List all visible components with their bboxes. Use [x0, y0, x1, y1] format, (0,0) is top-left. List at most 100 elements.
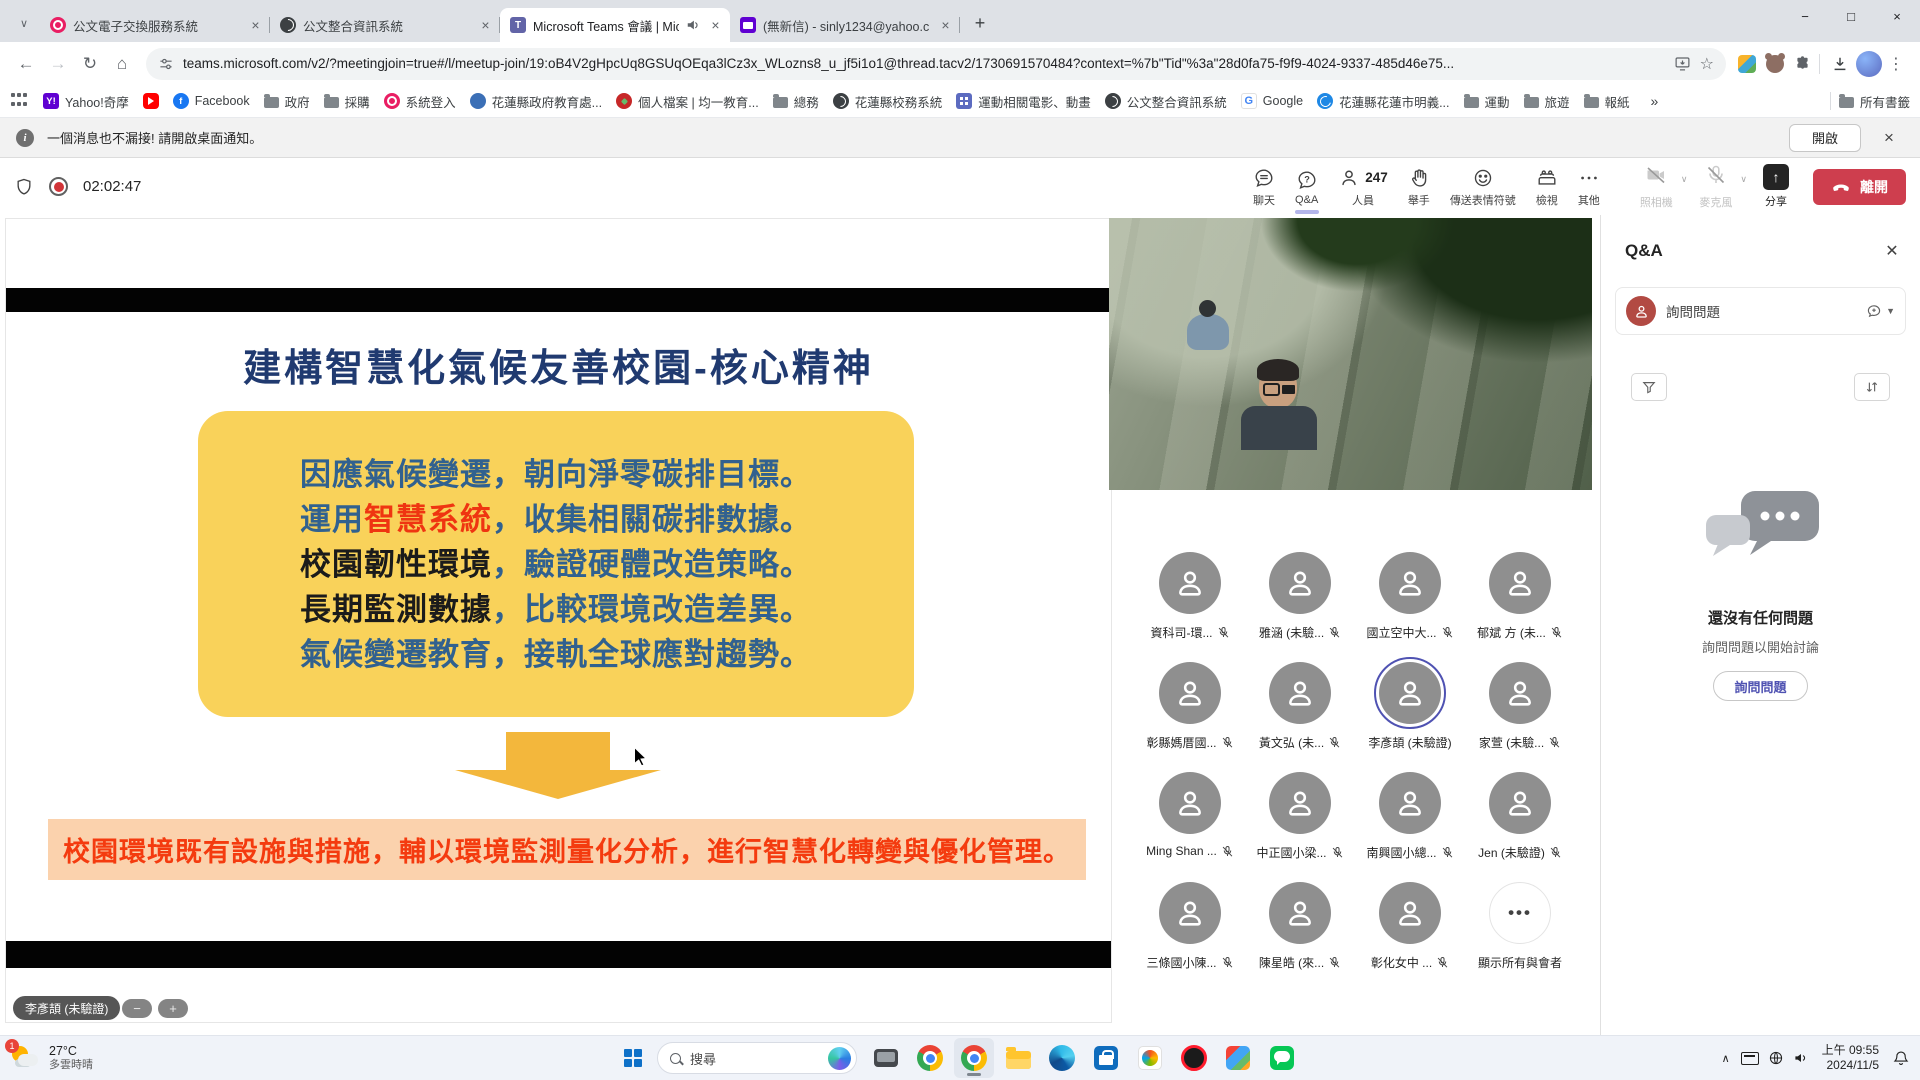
- bookmark-item[interactable]: 報紙: [1577, 88, 1637, 115]
- extensions-puzzle-icon[interactable]: [1794, 55, 1811, 72]
- network-icon[interactable]: [1768, 1050, 1784, 1066]
- tab-close-icon[interactable]: ×: [477, 17, 494, 34]
- participant-avatar[interactable]: [1379, 662, 1441, 724]
- browser-tab[interactable]: (無新信) - sinly1234@yahoo.c...×: [730, 8, 960, 42]
- meeting-button--[interactable]: 247人員: [1328, 161, 1398, 213]
- participant-avatar[interactable]: [1269, 882, 1331, 944]
- participant-tile[interactable]: 李彥頡 (未驗證): [1355, 638, 1465, 748]
- downloads-icon[interactable]: [1824, 48, 1856, 80]
- maximize-button[interactable]: □: [1828, 0, 1874, 32]
- device-button[interactable]: 麥克風: [1695, 159, 1736, 214]
- browser-tab[interactable]: TMicrosoft Teams 會議 | Mic×: [500, 8, 730, 42]
- profile-avatar[interactable]: [1856, 51, 1882, 77]
- participant-avatar[interactable]: [1379, 882, 1441, 944]
- participant-tile[interactable]: 彰縣媽厝國...: [1135, 638, 1245, 748]
- folder-app-icon[interactable]: [998, 1038, 1038, 1078]
- forward-button[interactable]: →: [42, 48, 74, 80]
- tab-search-button[interactable]: ∨: [10, 9, 38, 37]
- tab-close-icon[interactable]: ×: [707, 17, 724, 34]
- close-window-button[interactable]: ×: [1874, 0, 1920, 32]
- bookmark-item[interactable]: 旅遊: [1517, 88, 1577, 115]
- meeting-button--[interactable]: 其他: [1568, 161, 1610, 213]
- meeting-button--[interactable]: 傳送表情符號: [1440, 161, 1526, 213]
- chevron-down-icon[interactable]: ∨: [1681, 174, 1688, 185]
- meeting-button-q-a[interactable]: ?Q&A: [1285, 163, 1328, 211]
- participant-avatar[interactable]: [1159, 882, 1221, 944]
- sort-button[interactable]: [1854, 373, 1890, 401]
- participant-tile[interactable]: 三條國小陳...: [1135, 858, 1245, 968]
- participant-tile[interactable]: 國立空中大...: [1355, 528, 1465, 638]
- bookmark-item[interactable]: 系統登入: [377, 88, 463, 115]
- reload-button[interactable]: ↻: [74, 48, 106, 80]
- participant-avatar[interactable]: [1379, 552, 1441, 614]
- monitor-app-icon[interactable]: [866, 1038, 906, 1078]
- back-button[interactable]: ←: [10, 48, 42, 80]
- bookmark-item[interactable]: 總務: [766, 88, 826, 115]
- participant-avatar[interactable]: [1269, 662, 1331, 724]
- bookmarks-overflow-chevron[interactable]: »: [1645, 91, 1665, 111]
- participant-avatar[interactable]: [1489, 772, 1551, 834]
- participant-avatar[interactable]: [1269, 772, 1331, 834]
- bookmark-item[interactable]: [136, 89, 166, 113]
- chrome-app-icon[interactable]: [954, 1038, 994, 1078]
- bookmark-item[interactable]: 採購: [317, 88, 377, 115]
- enable-notifications-button[interactable]: 開啟: [1789, 124, 1861, 152]
- chrome-app-icon[interactable]: [910, 1038, 950, 1078]
- bookmark-item[interactable]: 花蓮縣校務系統: [826, 88, 950, 115]
- participant-tile[interactable]: 中正國小梁...: [1245, 748, 1355, 858]
- bear-extension-icon[interactable]: [1766, 55, 1784, 73]
- participant-tile[interactable]: 資科司-環...: [1135, 528, 1245, 638]
- send-to-device-icon[interactable]: [1674, 55, 1691, 72]
- photos-app-icon[interactable]: [1130, 1038, 1170, 1078]
- participant-avatar[interactable]: [1159, 552, 1221, 614]
- line-app-icon[interactable]: [1262, 1038, 1302, 1078]
- bookmark-item[interactable]: 個人檔案 | 均一教育...: [609, 88, 766, 115]
- weather-widget[interactable]: 1 27°C 多雲時晴: [10, 1044, 93, 1072]
- taskbar-clock[interactable]: 上午 09:55 2024/11/5: [1818, 1043, 1879, 1073]
- shared-slide[interactable]: 建構智慧化氣候友善校園-核心精神 因應氣候變遷，朝向淨零碳排目標。運用智慧系統，…: [5, 218, 1112, 1023]
- chevron-down-icon[interactable]: ∨: [1740, 174, 1747, 185]
- paint-app-icon[interactable]: [1218, 1038, 1258, 1078]
- participant-avatar[interactable]: [1159, 662, 1221, 724]
- qa-compose-row[interactable]: 詢問問題 ▼: [1615, 287, 1906, 335]
- bookmark-item[interactable]: fFacebook: [166, 89, 257, 113]
- browser-menu-icon[interactable]: ⋮: [1882, 54, 1910, 74]
- bookmark-item[interactable]: GGoogle: [1234, 89, 1310, 113]
- tab-close-icon[interactable]: ×: [247, 17, 264, 34]
- omnibox[interactable]: teams.microsoft.com/v2/?meetingjoin=true…: [146, 48, 1726, 80]
- participant-avatar[interactable]: [1489, 662, 1551, 724]
- bookmark-item[interactable]: 公文整合資訊系統: [1098, 88, 1234, 115]
- new-tab-button[interactable]: +: [966, 9, 994, 37]
- bookmark-star-icon[interactable]: ☆: [1700, 54, 1714, 74]
- participant-tile[interactable]: •••顯示所有與會者: [1465, 858, 1575, 968]
- hidden-icons-chevron[interactable]: ∧: [1720, 1052, 1732, 1065]
- tab-audio-icon[interactable]: [686, 18, 700, 32]
- zoom-out-button[interactable]: −: [122, 999, 152, 1018]
- start-button[interactable]: [618, 1043, 648, 1073]
- opera-app-icon[interactable]: [1174, 1038, 1214, 1078]
- participant-tile[interactable]: Jen (未驗證): [1465, 748, 1575, 858]
- zoom-in-button[interactable]: +: [158, 999, 188, 1018]
- participant-tile[interactable]: 郁斌 方 (未...: [1465, 528, 1575, 638]
- participant-tile[interactable]: 家萱 (未驗...: [1465, 638, 1575, 748]
- qa-close-icon[interactable]: ✕: [1878, 237, 1906, 265]
- participant-avatar[interactable]: [1269, 552, 1331, 614]
- participant-tile[interactable]: 南興國小總...: [1355, 748, 1465, 858]
- participant-avatar[interactable]: [1379, 772, 1441, 834]
- browser-tab[interactable]: 公文電子交換服務系統×: [40, 8, 270, 42]
- participant-tile[interactable]: 雅涵 (未驗...: [1245, 528, 1355, 638]
- extension-icon[interactable]: [1738, 55, 1756, 73]
- store-app-icon[interactable]: [1086, 1038, 1126, 1078]
- meeting-button--[interactable]: 聊天: [1243, 161, 1285, 213]
- bookmark-item[interactable]: 政府: [257, 88, 317, 115]
- qa-compose-options[interactable]: ▼: [1866, 303, 1895, 319]
- site-settings-icon[interactable]: [158, 56, 174, 72]
- ask-question-button[interactable]: 詢問問題: [1713, 671, 1807, 701]
- home-button[interactable]: ⌂: [106, 48, 138, 80]
- notification-bell-icon[interactable]: [1888, 1049, 1914, 1067]
- minimize-button[interactable]: −: [1782, 0, 1828, 32]
- leave-button[interactable]: 離開: [1813, 169, 1906, 205]
- participant-avatar[interactable]: [1489, 552, 1551, 614]
- notification-close-icon[interactable]: ×: [1874, 123, 1904, 153]
- bookmark-item[interactable]: 花蓮縣花蓮市明義...: [1310, 88, 1456, 115]
